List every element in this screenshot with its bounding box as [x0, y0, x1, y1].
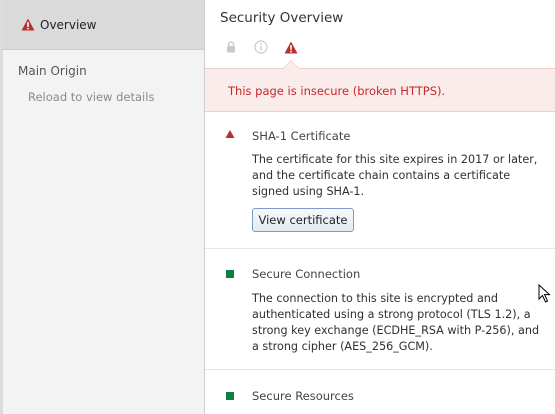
secure-square-icon — [226, 392, 234, 400]
banner-text: This page is insecure (broken HTTPS). — [228, 84, 446, 98]
insecure-banner: This page is insecure (broken HTTPS). — [205, 60, 555, 112]
section-title: Secure Connection — [252, 267, 361, 281]
sidebar: Overview Main Origin Reload to view deta… — [0, 0, 205, 414]
sidebar-origin-header: Main Origin — [18, 64, 87, 78]
security-panel: Overview Main Origin Reload to view deta… — [0, 0, 555, 414]
sidebar-origin-item[interactable]: Reload to view details — [28, 90, 154, 104]
main-panel: Security Overview This page is insecure … — [205, 0, 555, 414]
section-secure-resources: Secure Resources — [205, 370, 555, 414]
banner-pointer-fill — [283, 61, 299, 69]
section-description: The certificate for this site expires in… — [252, 153, 538, 198]
lock-icon — [227, 41, 235, 53]
warning-icon — [284, 41, 298, 53]
tab-insecure[interactable] — [281, 37, 301, 57]
tab-secure[interactable] — [221, 37, 241, 57]
secure-square-icon — [226, 270, 234, 278]
sidebar-edge — [0, 0, 3, 414]
section-sha1-certificate: SHA-1 Certificate The certificate for th… — [205, 114, 555, 249]
info-icon — [254, 40, 268, 54]
sidebar-item-overview-label: Overview — [40, 17, 97, 32]
page-title: Security Overview — [220, 10, 344, 26]
section-title: Secure Resources — [252, 389, 354, 403]
insecure-triangle-icon — [225, 130, 235, 138]
view-certificate-button[interactable]: View certificate — [252, 208, 354, 232]
warning-icon — [21, 18, 35, 31]
tab-info[interactable] — [251, 37, 271, 57]
sidebar-item-overview[interactable]: Overview — [3, 0, 204, 50]
section-secure-connection: Secure Connection The connection to this… — [205, 249, 555, 370]
filter-tabs — [221, 37, 421, 57]
mouse-cursor-icon — [538, 284, 551, 303]
section-title: SHA-1 Certificate — [252, 129, 351, 143]
section-description: The connection to this site is encrypted… — [252, 292, 540, 353]
